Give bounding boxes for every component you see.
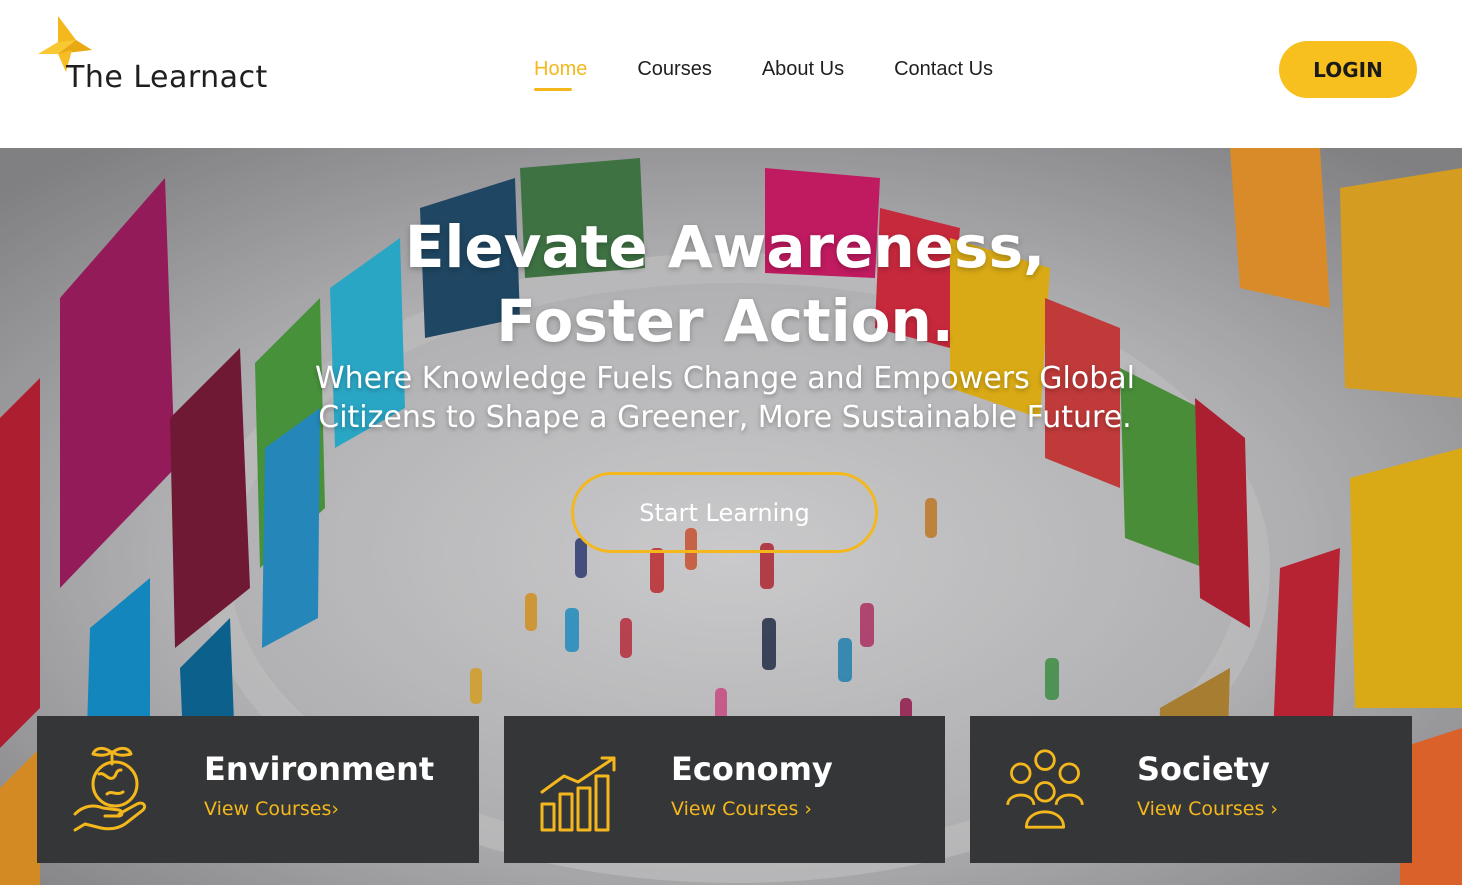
site-header: The Learnact Home Courses About Us Conta… [0, 0, 1462, 148]
login-button[interactable]: LOGIN [1279, 41, 1417, 98]
category-title: Economy [671, 750, 833, 788]
earth-in-hand-icon [73, 746, 147, 832]
growth-chart-icon [540, 756, 616, 832]
nav-home[interactable]: Home [534, 58, 587, 91]
hero-title-line1: Elevate Awareness, [404, 213, 1046, 281]
nav-about-us[interactable]: About Us [762, 58, 844, 81]
start-learning-button[interactable]: Start Learning [571, 472, 878, 553]
brand-name: The Learnact [66, 60, 268, 95]
hero-title-line2: Foster Action. [496, 287, 954, 355]
view-courses-link[interactable]: View Courses › [1137, 798, 1278, 820]
hero-title: Elevate Awareness, Foster Action. [0, 210, 1450, 358]
category-title: Society [1137, 750, 1270, 788]
hero-subtitle-line1: Where Knowledge Fuels Change and Empower… [315, 361, 1135, 396]
view-courses-link[interactable]: View Courses › [671, 798, 812, 820]
main-nav: Home Courses About Us Contact Us [534, 58, 993, 91]
nav-courses[interactable]: Courses [637, 58, 711, 81]
category-card-environment[interactable]: Environment View Courses› [37, 716, 479, 863]
hero-section: Elevate Awareness, Foster Action. Where … [0, 148, 1462, 885]
hero-subtitle-line2: Citizens to Shape a Greener, More Sustai… [318, 400, 1132, 435]
brand-logo[interactable]: The Learnact [36, 14, 296, 104]
category-card-society[interactable]: Society View Courses › [970, 716, 1412, 863]
category-card-economy[interactable]: Economy View Courses › [504, 716, 945, 863]
view-courses-link[interactable]: View Courses› [204, 798, 339, 820]
people-group-icon [1006, 749, 1084, 829]
hero-subtitle: Where Knowledge Fuels Change and Empower… [225, 359, 1225, 437]
category-title: Environment [204, 750, 435, 788]
nav-contact-us[interactable]: Contact Us [894, 58, 993, 81]
